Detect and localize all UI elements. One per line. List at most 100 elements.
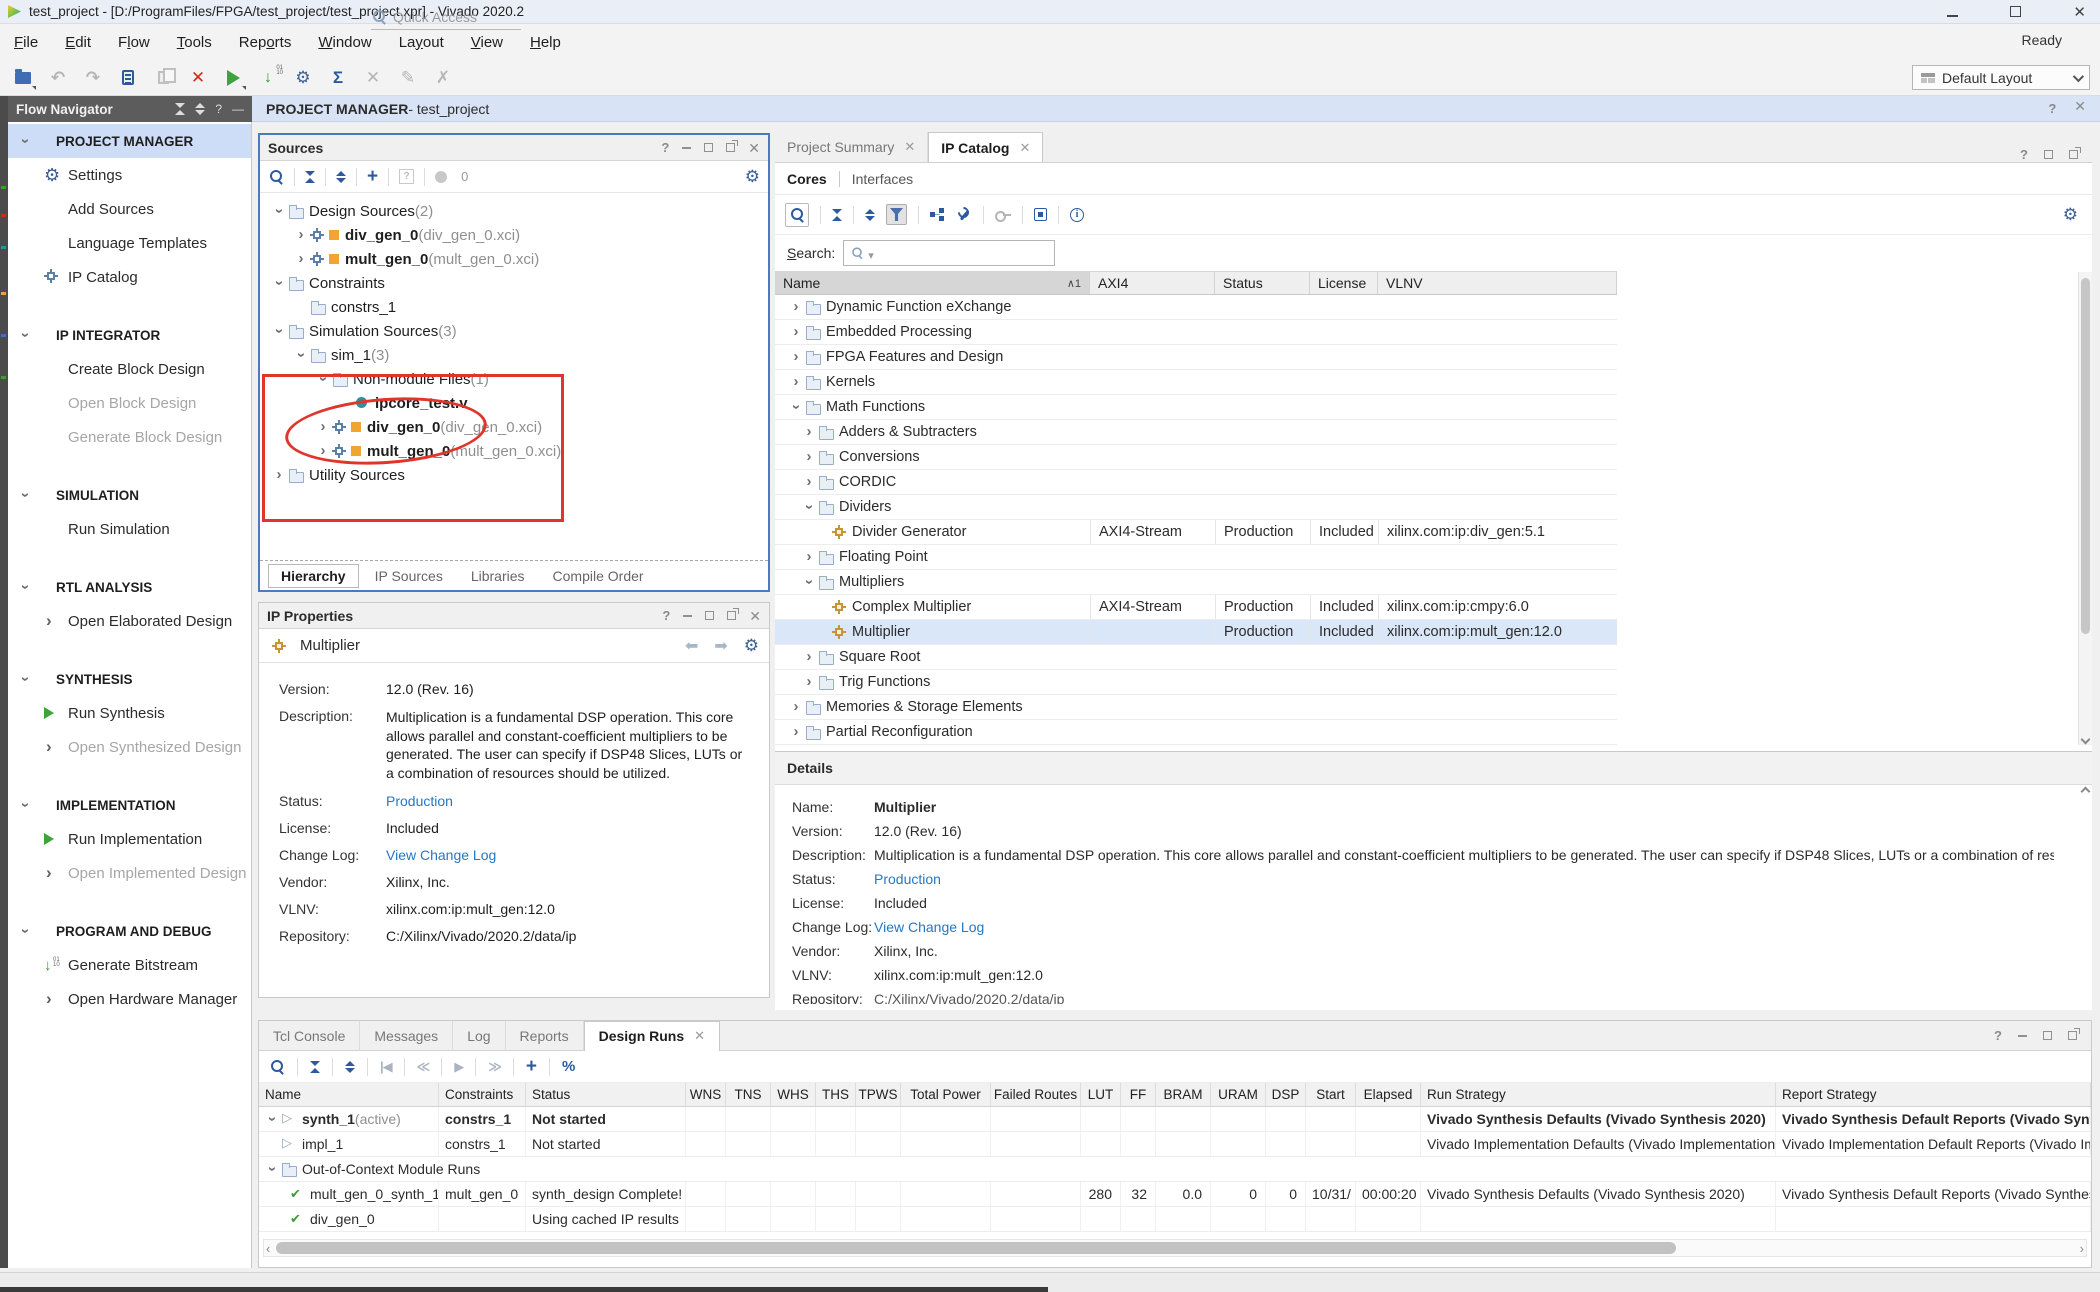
console-tab[interactable]: Tcl Console ✕ (259, 1021, 360, 1051)
expander-icon[interactable] (789, 350, 803, 364)
expander-icon[interactable] (802, 450, 816, 464)
field-value[interactable]: View Change Log (874, 919, 984, 935)
design-run-row[interactable]: synth_1 (active) constrs_1 Not started (259, 1107, 2091, 1132)
catalog-subtab[interactable]: Cores (787, 171, 839, 187)
source-tree-row[interactable]: Design Sources (2) (260, 199, 768, 223)
flow-navigator-item[interactable]: Open Block Design (8, 386, 251, 420)
redo-icon[interactable]: ↷ (80, 65, 106, 91)
catalog-row[interactable]: Floating Point (775, 545, 1617, 570)
cancel-icon[interactable]: ✕ (360, 65, 386, 91)
source-tree-row[interactable]: Non-module Files (1) (260, 367, 768, 391)
gear-icon[interactable] (744, 636, 759, 656)
column-header[interactable]: Start (1306, 1083, 1356, 1106)
expander-icon[interactable] (294, 348, 308, 362)
source-tree-row[interactable]: ipcore_test.v (260, 391, 768, 415)
probe-wand-icon[interactable]: ✗ (430, 65, 456, 91)
source-tree-row[interactable]: mult_gen_0 (mult_gen_0.xci) (260, 247, 768, 271)
expander-icon[interactable] (272, 276, 286, 290)
column-header-status[interactable]: Status (1215, 272, 1310, 294)
sources-view-tab[interactable]: Compile Order (541, 565, 656, 587)
column-header[interactable]: Constraints (439, 1083, 526, 1106)
maximize-icon[interactable] (2044, 150, 2053, 159)
column-header[interactable]: THS (816, 1083, 856, 1106)
menu-item[interactable]: Edit (65, 34, 91, 51)
console-tab[interactable]: Log ✕ (453, 1021, 505, 1051)
undo-icon[interactable]: ↶ (45, 65, 71, 91)
step-back-icon[interactable]: ≪ (417, 1059, 430, 1075)
help-icon[interactable]: ? (662, 608, 670, 623)
customize-wrench-icon[interactable] (956, 207, 972, 223)
column-header[interactable]: TPWS (856, 1083, 901, 1106)
sources-view-tab[interactable]: Libraries (459, 565, 537, 587)
menu-item[interactable]: Flow (118, 34, 150, 51)
collapse-all-icon[interactable] (832, 209, 842, 221)
catalog-row[interactable]: Trig Functions (775, 670, 1617, 695)
float-icon[interactable] (726, 143, 735, 152)
step-first-icon[interactable]: |◀ (380, 1059, 392, 1075)
window-close-button[interactable]: ✕ (2073, 7, 2086, 18)
chip-icon[interactable] (1034, 208, 1047, 221)
flow-navigator-item[interactable]: Open Synthesized Design (8, 730, 251, 764)
scrollbar-thumb[interactable] (2081, 278, 2090, 634)
expander-icon[interactable] (316, 420, 330, 434)
design-run-row[interactable]: div_gen_0 Using cached IP results (259, 1207, 2091, 1232)
quick-access-search[interactable]: Quick Access (371, 4, 521, 30)
scroll-right-icon[interactable]: › (2080, 1241, 2084, 1256)
catalog-row[interactable]: CORDIC (775, 470, 1617, 495)
catalog-row[interactable]: Memories & Storage Elements (775, 695, 1617, 720)
gear-icon[interactable] (745, 167, 760, 187)
expander-icon[interactable] (802, 675, 816, 689)
minimize-icon[interactable]: — (232, 102, 244, 116)
column-header[interactable]: WNS (686, 1083, 726, 1106)
catalog-row[interactable]: Adders & Subtracters (775, 420, 1617, 445)
gear-icon[interactable] (2063, 205, 2078, 225)
window-minimize-button[interactable] (1947, 4, 1958, 20)
menu-item[interactable]: Window (318, 34, 371, 51)
minimize-icon[interactable] (2018, 1035, 2027, 1037)
menu-item[interactable]: View (471, 34, 503, 51)
column-header-name[interactable]: Name ∧1 (775, 272, 1090, 294)
run-icon[interactable] (220, 65, 246, 91)
search-icon[interactable] (268, 169, 284, 185)
edit-pen-icon[interactable]: ✎ (395, 65, 421, 91)
expander-icon[interactable] (316, 372, 330, 386)
source-tree-row[interactable]: Simulation Sources (3) (260, 319, 768, 343)
filter-icon[interactable] (886, 204, 907, 225)
settings-gear-icon[interactable]: ⚙ (290, 65, 316, 91)
expander-icon[interactable] (265, 1162, 279, 1176)
column-header-axi4[interactable]: AXI4 (1090, 272, 1215, 294)
flow-navigator-item[interactable]: Settings (8, 158, 251, 192)
flow-navigator-item[interactable]: Open Hardware Manager (8, 982, 251, 1016)
sources-view-tab[interactable]: IP Sources (363, 565, 455, 587)
expander-icon[interactable] (802, 550, 816, 564)
group-hierarchy-icon[interactable] (930, 208, 945, 221)
expander-icon[interactable] (789, 325, 803, 339)
column-header[interactable]: DSP (1266, 1083, 1306, 1106)
flow-navigator-item[interactable]: Language Templates (8, 226, 251, 260)
column-header[interactable]: Total Power (901, 1083, 991, 1106)
percent-icon[interactable]: % (562, 1058, 575, 1075)
catalog-row[interactable]: Dynamic Function eXchange (775, 295, 1617, 320)
expand-all-icon[interactable] (345, 1061, 355, 1073)
flow-navigator-item[interactable]: SYNTHESIS (8, 662, 251, 696)
tab-close-icon[interactable]: ✕ (904, 139, 915, 155)
back-arrow-icon[interactable]: ⬅ (685, 636, 698, 656)
flow-navigator-item[interactable]: IP INTEGRATOR (8, 318, 251, 352)
field-value[interactable]: Production (874, 871, 941, 887)
catalog-row[interactable]: Partial Reconfiguration (775, 720, 1617, 745)
collapse-all-icon[interactable] (305, 171, 315, 183)
search-icon[interactable] (269, 1059, 285, 1075)
column-header[interactable]: Elapsed (1356, 1083, 1421, 1106)
catalog-row[interactable]: Multiplier Production Included xilinx.co… (775, 620, 1617, 645)
menu-item[interactable]: Help (530, 34, 561, 51)
column-header[interactable]: Run Strategy (1421, 1083, 1776, 1106)
expander-icon[interactable] (294, 252, 308, 266)
menu-item[interactable]: File (14, 34, 38, 51)
source-tree-row[interactable]: div_gen_0 (div_gen_0.xci) (260, 223, 768, 247)
generate-bitstream-icon[interactable]: ↓ (255, 65, 281, 91)
flow-navigator-item[interactable]: SIMULATION (8, 478, 251, 512)
field-value[interactable]: Production (386, 793, 453, 809)
expander-icon[interactable] (272, 468, 286, 482)
expander-icon[interactable] (272, 204, 286, 218)
flow-navigator-item[interactable]: Run Simulation (8, 512, 251, 546)
